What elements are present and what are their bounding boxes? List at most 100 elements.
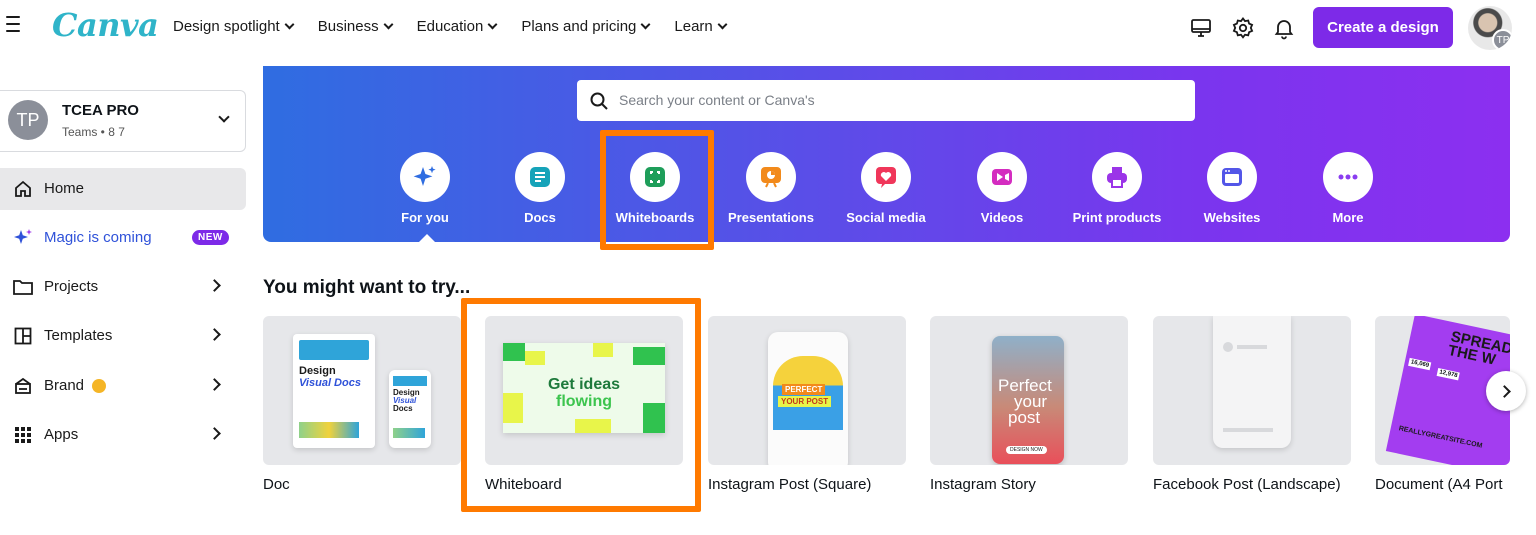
nav-label: Learn: [674, 18, 713, 35]
category-label: Videos: [980, 210, 1024, 225]
templates-icon: [12, 326, 34, 346]
instagram-story-thumbnail: Perfect your post DESIGN NOW: [930, 316, 1128, 465]
card-label: Document (A4 Port: [1375, 476, 1503, 493]
category-label: More: [1332, 210, 1364, 225]
nav-label: Education: [416, 18, 484, 35]
create-a-design-button[interactable]: Create a design: [1313, 7, 1453, 48]
template-card-instagram-post[interactable]: PERFECT YOUR POST Instagram Post (Square…: [708, 316, 906, 498]
nav-learn[interactable]: Learn: [674, 18, 728, 35]
brand-icon: [12, 376, 34, 396]
sidebar-item-projects[interactable]: Projects: [0, 266, 246, 308]
nav-plans-and-pricing[interactable]: Plans and pricing: [521, 18, 651, 35]
selected-pointer: [419, 234, 435, 242]
category-for-you[interactable]: For you: [370, 152, 480, 232]
thumb-text: flowing: [556, 393, 612, 410]
thumb-text: post: [1008, 408, 1041, 427]
sidebar-item-apps[interactable]: Apps: [0, 414, 246, 456]
nav-design-spotlight[interactable]: Design spotlight: [173, 18, 295, 35]
sidebar-item-brand[interactable]: Brand: [0, 365, 246, 407]
sparkle-icon: [400, 152, 450, 202]
category-label: Social media: [846, 210, 926, 225]
card-label: Instagram Story: [930, 476, 1036, 493]
sidebar-item-label: Apps: [44, 426, 79, 443]
desktop-app-icon[interactable]: [1189, 16, 1213, 40]
nav-education[interactable]: Education: [416, 18, 498, 35]
nav-business[interactable]: Business: [318, 18, 394, 35]
sidebar-item-home[interactable]: Home: [0, 168, 246, 210]
card-label: Doc: [263, 476, 290, 493]
thumb-text: REALLYGREATSITE.COM: [1398, 425, 1483, 450]
category-whiteboards[interactable]: Whiteboards: [600, 152, 710, 232]
canva-logo[interactable]: Canva: [52, 6, 159, 44]
thumb-text: PERFECT: [785, 385, 823, 394]
search-placeholder: Search your content or Canva's: [619, 92, 815, 108]
template-card-whiteboard[interactable]: Get ideas flowing Whiteboard: [485, 316, 683, 498]
home-icon: [12, 179, 34, 199]
settings-gear-icon[interactable]: [1231, 16, 1255, 40]
thumb-text: 16,069: [1410, 359, 1430, 369]
category-presentations[interactable]: Presentations: [716, 152, 826, 232]
sidebar-item-label: Brand: [44, 377, 107, 394]
template-card-doc[interactable]: Design Visual Docs Design Visual Docs Do…: [263, 316, 461, 498]
team-name: TCEA PRO: [62, 102, 139, 119]
sidebar-item-label: Home: [44, 180, 85, 197]
new-badge: NEW: [192, 230, 229, 245]
facebook-post-thumbnail: [1153, 316, 1351, 465]
search-input[interactable]: Search your content or Canva's: [577, 80, 1195, 121]
category-label: Presentations: [728, 210, 814, 225]
template-card-document-a4[interactable]: SPREAD THE W 16,069 12,978 REALLYGREATSI…: [1375, 316, 1510, 498]
category-social-media[interactable]: Social media: [831, 152, 941, 232]
sidebar-item-label: Magic is coming: [44, 229, 152, 246]
category-docs[interactable]: Docs: [485, 152, 595, 232]
printer-icon: [1092, 152, 1142, 202]
chevron-down-icon: [383, 19, 394, 30]
sidebar-item-magic[interactable]: Magic is coming NEW: [0, 217, 246, 259]
folder-icon: [12, 277, 34, 297]
chevron-down-icon: [218, 111, 230, 123]
heart-icon: [861, 152, 911, 202]
team-members: Teams • 8 7: [62, 125, 125, 139]
menu-icon[interactable]: [6, 16, 26, 34]
category-websites[interactable]: Websites: [1177, 152, 1287, 232]
instagram-post-thumbnail: PERFECT YOUR POST: [708, 316, 906, 465]
whiteboard-icon: [630, 152, 680, 202]
chevron-right-icon: [208, 378, 221, 391]
template-card-facebook-post[interactable]: Facebook Post (Landscape): [1153, 316, 1351, 498]
category-print-products[interactable]: Print products: [1062, 152, 1172, 232]
sidebar-item-templates[interactable]: Templates: [0, 315, 246, 357]
main-menu: Design spotlight Business Education Plan…: [173, 18, 751, 35]
category-label: Docs: [524, 210, 556, 225]
user-avatar[interactable]: TP: [1468, 6, 1512, 50]
thumb-text: DESIGN NOW: [1010, 447, 1043, 453]
chevron-down-icon: [640, 19, 651, 30]
template-card-instagram-story[interactable]: Perfect your post DESIGN NOW Instagram S…: [930, 316, 1128, 498]
thumb-text: Get ideas: [547, 376, 621, 393]
website-icon: [1207, 152, 1257, 202]
presentation-icon: [746, 152, 796, 202]
chevron-right-icon: [208, 328, 221, 341]
whiteboard-thumbnail: Get ideas flowing: [485, 316, 683, 465]
section-title: You might want to try...: [263, 277, 471, 298]
sidebar-item-label: Templates: [44, 327, 113, 344]
team-avatar: TP: [8, 100, 48, 140]
card-label: Facebook Post (Landscape): [1153, 476, 1341, 493]
crown-badge-icon: [92, 379, 107, 394]
category-label: Print products: [1072, 210, 1162, 225]
category-videos[interactable]: Videos: [947, 152, 1057, 232]
doc-icon: [515, 152, 565, 202]
chevron-right-icon: [1498, 384, 1511, 398]
video-icon: [977, 152, 1027, 202]
sparkle-icon: [12, 228, 34, 248]
carousel-next-button[interactable]: [1486, 371, 1526, 411]
notifications-bell-icon[interactable]: [1272, 16, 1296, 40]
card-label: Instagram Post (Square): [708, 476, 872, 493]
thumb-text: YOUR POST: [781, 397, 829, 406]
sidebar-item-label: Projects: [44, 278, 99, 295]
thumb-text: Design: [299, 365, 336, 377]
team-switcher[interactable]: TP TCEA PRO Teams • 8 7: [0, 90, 246, 152]
brand-label: Brand: [44, 377, 85, 394]
category-more[interactable]: More: [1293, 152, 1403, 232]
apps-icon: [12, 425, 34, 445]
chevron-down-icon: [487, 19, 498, 30]
thumb-text: 12,978: [1438, 369, 1458, 380]
